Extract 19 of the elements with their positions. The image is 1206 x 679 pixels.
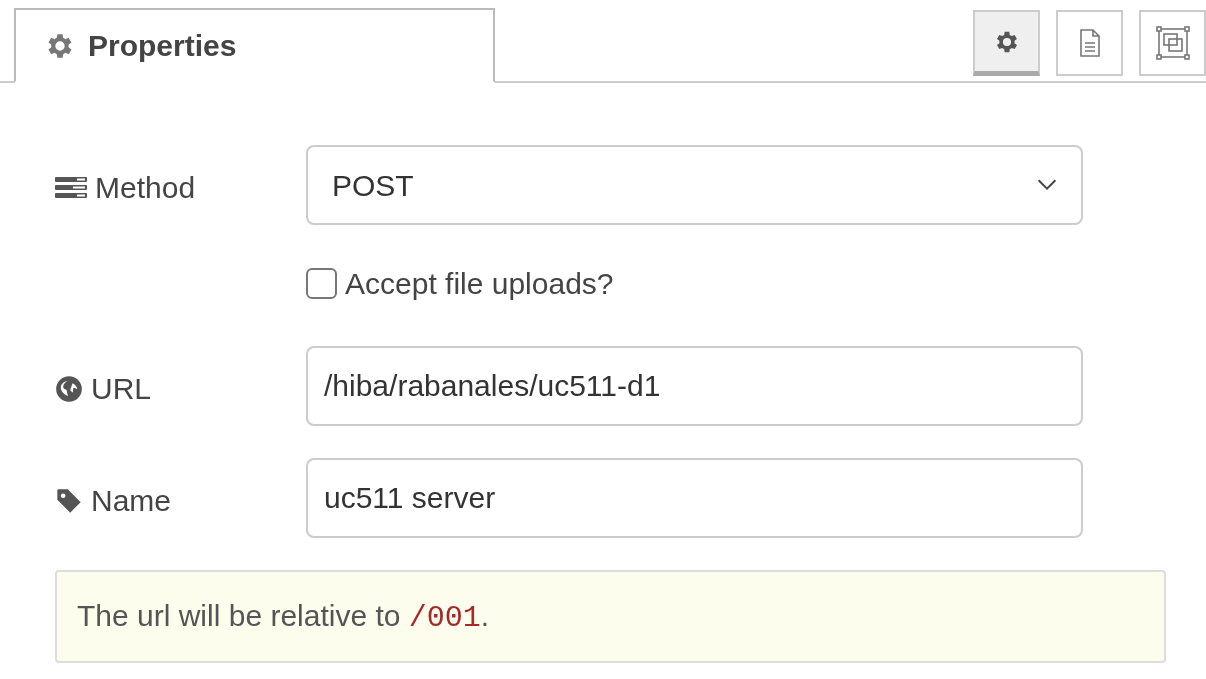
tip-text: The url will be relative to /001. (77, 597, 490, 637)
toolbar-button[interactable] (1056, 10, 1123, 76)
list-icon (55, 175, 87, 200)
checkbox-label: Accept file uploads? (345, 266, 614, 302)
document-icon (1077, 27, 1102, 59)
field-label: Method (95, 170, 196, 206)
globe-icon (55, 374, 83, 403)
method-select[interactable]: POST (306, 145, 1083, 225)
toolbar-button[interactable] (973, 10, 1040, 76)
field-label: URL (91, 371, 151, 407)
tag-icon (55, 486, 83, 515)
text-field[interactable]: uc511 server (306, 458, 1083, 538)
properties-tab[interactable]: Properties (14, 8, 495, 83)
field-label: Name (91, 483, 172, 519)
frame-icon (1154, 25, 1191, 61)
chevron-down-icon (1037, 179, 1057, 191)
toolbar-button[interactable] (1139, 10, 1206, 76)
text-field[interactable]: /hiba/rabanales/uc511-d1 (306, 346, 1083, 426)
checkbox[interactable] (306, 268, 337, 299)
